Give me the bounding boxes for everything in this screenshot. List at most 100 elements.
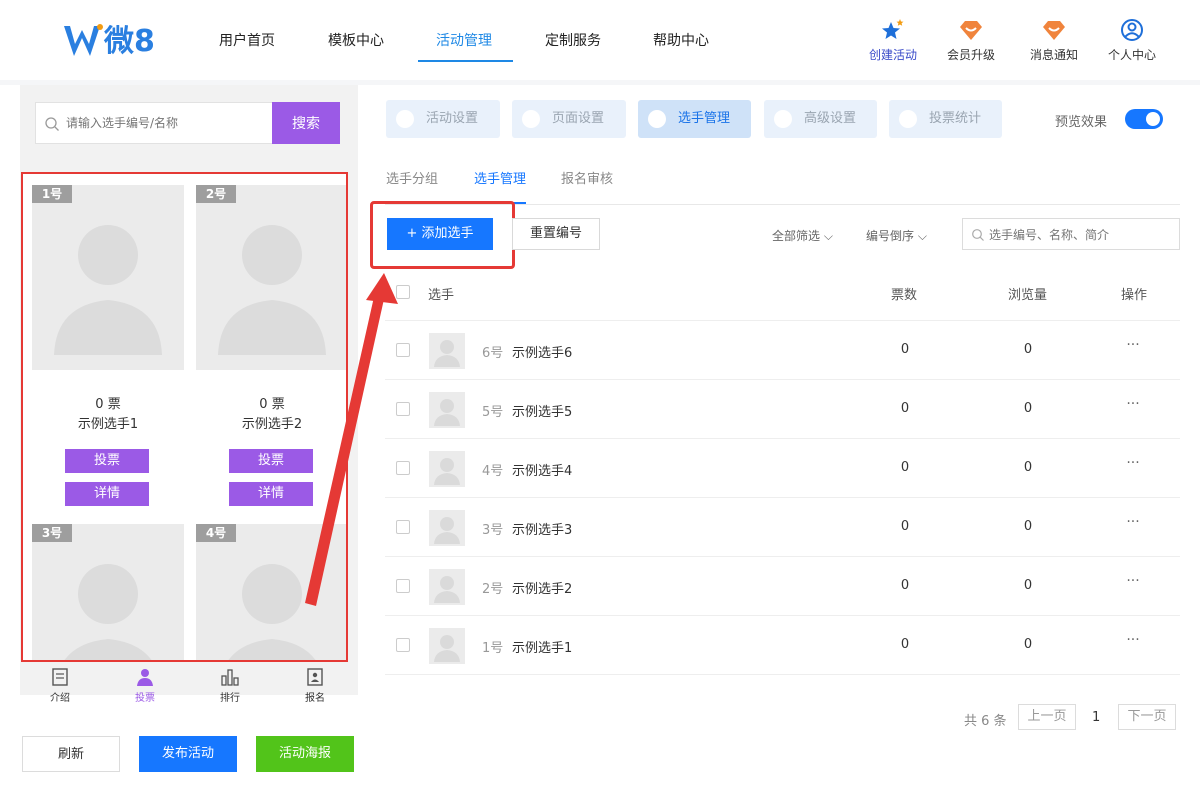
- step-vote-statistics[interactable]: 投票统计: [889, 100, 1002, 138]
- player-number-badge: 1号: [32, 185, 72, 203]
- player-photo: 4号: [196, 524, 346, 660]
- player-card-grid: 1号 0 票 示例选手1 投票 详情 2号 0 票 示例选手2 投票 详情 3号: [21, 172, 348, 662]
- table-row[interactable]: 2号 示例选手2 0 0 ···: [385, 557, 1180, 616]
- nav-help-center[interactable]: 帮助中心: [653, 30, 709, 50]
- step-page-settings[interactable]: 页面设置: [512, 100, 626, 138]
- select-all-checkbox[interactable]: [396, 285, 410, 299]
- avatar-placeholder-icon: [434, 517, 460, 544]
- avatar-placeholder-icon: [228, 564, 316, 660]
- table-row[interactable]: 6号 示例选手6 0 0 ···: [385, 321, 1180, 380]
- personal-center-button[interactable]: 个人中心: [1092, 18, 1172, 63]
- row-checkbox[interactable]: [396, 579, 410, 593]
- tab-signup[interactable]: 报名: [285, 667, 345, 704]
- step-label: 活动设置: [426, 111, 479, 126]
- tab-vote[interactable]: 投票: [115, 667, 175, 704]
- col-player: 选手: [428, 288, 455, 303]
- row-checkbox[interactable]: [396, 402, 410, 416]
- document-icon: [52, 668, 68, 686]
- player-number-badge: 2号: [196, 185, 236, 203]
- subtab-player-groups[interactable]: 选手分组: [386, 168, 438, 187]
- col-views: 浏览量: [1008, 288, 1048, 303]
- message-notice-button[interactable]: 消息通知: [1014, 18, 1094, 63]
- reset-number-button[interactable]: 重置编号: [512, 218, 600, 250]
- player-votes: 0: [900, 460, 910, 475]
- row-checkbox[interactable]: [396, 520, 410, 534]
- player-search-input[interactable]: [66, 113, 266, 133]
- player-search-button[interactable]: 搜索: [272, 102, 340, 144]
- row-checkbox[interactable]: [396, 461, 410, 475]
- phone-bottom-tabs: 介绍 投票 排行 报名: [20, 665, 358, 710]
- list-search-input[interactable]: [989, 225, 1174, 245]
- more-actions-button[interactable]: ···: [1121, 337, 1145, 353]
- nav-user-home[interactable]: 用户首页: [219, 30, 275, 50]
- player-photo: 2号: [196, 185, 346, 370]
- detail-button[interactable]: 详情: [229, 482, 313, 506]
- sort-dropdown[interactable]: 编号倒序 ⌵: [866, 227, 927, 244]
- brand-logo[interactable]: 微8: [62, 18, 162, 62]
- id-card-icon: [307, 668, 323, 686]
- nav-custom-service[interactable]: 定制服务: [545, 30, 601, 50]
- player-votes: 0: [900, 578, 910, 593]
- table-row[interactable]: 3号 示例选手3 0 0 ···: [385, 498, 1180, 557]
- filter-all-dropdown[interactable]: 全部筛选 ⌵: [772, 227, 833, 244]
- player-card-1[interactable]: 1号 0 票 示例选手1 投票 详情: [32, 185, 184, 515]
- user-icon: [648, 110, 666, 128]
- step-activity-settings[interactable]: 活动设置: [386, 100, 500, 138]
- bar-chart-icon: [221, 669, 239, 686]
- player-number: 6号: [482, 346, 504, 361]
- chevron-down-icon: ⌵: [823, 229, 833, 243]
- publish-activity-button[interactable]: 发布活动: [139, 736, 237, 772]
- player-card-4[interactable]: 4号: [196, 524, 346, 660]
- more-actions-button[interactable]: ···: [1121, 455, 1145, 471]
- player-name: 示例选手5: [512, 405, 573, 420]
- player-name: 示例选手2: [512, 582, 573, 597]
- subtab-signup-review[interactable]: 报名审核: [561, 168, 613, 187]
- player-number: 2号: [482, 582, 504, 597]
- tab-ranking[interactable]: 排行: [200, 667, 260, 704]
- player-search-box[interactable]: [35, 102, 273, 144]
- tab-signup-label: 报名: [305, 693, 325, 704]
- more-actions-button[interactable]: ···: [1121, 573, 1145, 589]
- table-row[interactable]: 4号 示例选手4 0 0 ···: [385, 439, 1180, 498]
- subtab-player-management[interactable]: 选手管理: [474, 168, 526, 187]
- stars-icon: [882, 19, 904, 39]
- step-advanced-settings[interactable]: 高级设置: [764, 100, 877, 138]
- nav-activity-management[interactable]: 活动管理: [436, 30, 492, 50]
- avatar-placeholder-icon: [434, 576, 460, 603]
- more-actions-button[interactable]: ···: [1121, 396, 1145, 412]
- vote-button[interactable]: 投票: [65, 449, 149, 473]
- list-search-box[interactable]: [962, 218, 1180, 250]
- row-checkbox[interactable]: [396, 343, 410, 357]
- player-number: 5号: [482, 405, 504, 420]
- row-checkbox[interactable]: [396, 638, 410, 652]
- tab-ranking-label: 排行: [220, 693, 240, 704]
- vote-button[interactable]: 投票: [229, 449, 313, 473]
- pager-prev-button[interactable]: 上一页: [1018, 704, 1076, 730]
- refresh-button[interactable]: 刷新: [22, 736, 120, 772]
- activity-poster-button[interactable]: 活动海报: [256, 736, 354, 772]
- nav-template-center[interactable]: 模板中心: [328, 30, 384, 50]
- step-player-management[interactable]: 选手管理: [638, 100, 751, 138]
- tab-intro[interactable]: 介绍: [30, 667, 90, 704]
- create-activity-button[interactable]: 创建活动: [853, 18, 933, 63]
- heart-icon: [396, 110, 414, 128]
- more-actions-button[interactable]: ···: [1121, 632, 1145, 648]
- player-thumbnail: [429, 333, 465, 369]
- preview-toggle[interactable]: [1125, 109, 1163, 129]
- more-actions-button[interactable]: ···: [1121, 514, 1145, 530]
- player-name: 示例选手4: [512, 464, 573, 479]
- detail-button[interactable]: 详情: [65, 482, 149, 506]
- player-card-3[interactable]: 3号: [32, 524, 184, 660]
- chevron-down-icon: ⌵: [917, 229, 927, 243]
- diamond-badge-icon: [1043, 21, 1065, 40]
- table-row[interactable]: 1号 示例选手1 0 0 ···: [385, 616, 1180, 675]
- player-card-2[interactable]: 2号 0 票 示例选手2 投票 详情: [196, 185, 346, 515]
- pager-current-page[interactable]: 1: [1092, 710, 1100, 725]
- player-thumbnail: [429, 392, 465, 428]
- diamond-icon: [960, 21, 982, 40]
- pager-next-button[interactable]: 下一页: [1118, 704, 1176, 730]
- search-icon: [972, 229, 984, 241]
- member-upgrade-button[interactable]: 会员升级: [931, 18, 1011, 63]
- table-row[interactable]: 5号 示例选手5 0 0 ···: [385, 380, 1180, 439]
- preview-label: 预览效果: [1055, 115, 1108, 130]
